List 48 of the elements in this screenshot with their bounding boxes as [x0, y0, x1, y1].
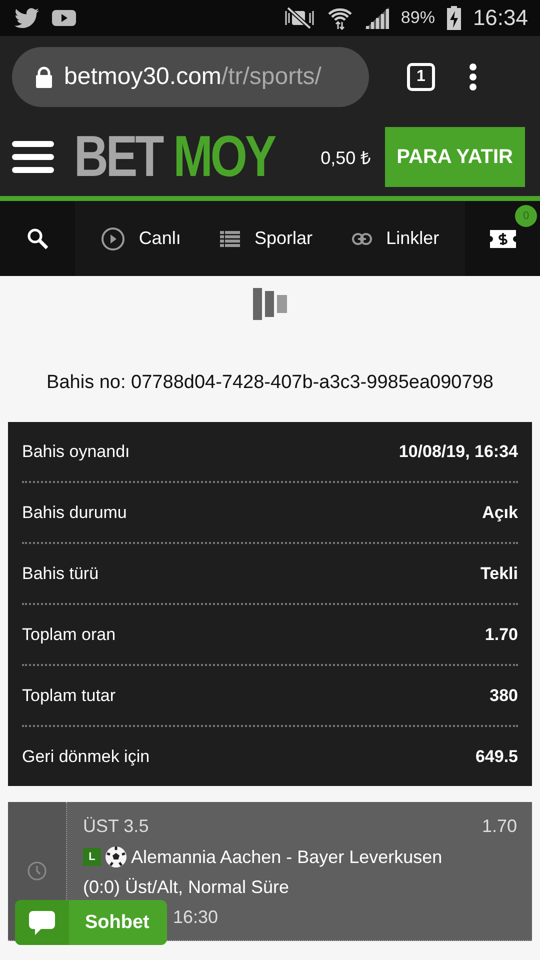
bet-number: Bahis no: 07788d04-7428-407b-a3c3-9985ea090798 — [46, 371, 494, 395]
detail-label: Bahis durumu — [22, 502, 127, 522]
detail-label: Toplam oran — [22, 624, 116, 644]
detail-value: 649.5 — [475, 746, 518, 766]
detail-value: 10/08/19, 16:34 — [398, 442, 518, 462]
detail-label: Bahis oynandı — [22, 442, 130, 462]
nav-link[interactable]: Sporlar — [216, 222, 316, 255]
bird-icon — [14, 8, 40, 28]
event-time: 16:30 — [173, 907, 218, 927]
detail-value: Açık — [482, 502, 518, 522]
odds-value: 1.70 — [482, 816, 517, 837]
link-icon — [352, 232, 372, 244]
logo-text: MOY — [173, 128, 274, 186]
detail-label: Geri dönmek için — [22, 746, 150, 766]
lock-icon — [36, 66, 52, 88]
battery-percent: 89% — [400, 8, 435, 28]
clock-icon — [27, 861, 47, 881]
loading-icon — [253, 288, 287, 320]
event-name: Alemannia Aachen - Bayer Leverkusen — [131, 846, 442, 868]
more-menu-icon[interactable] — [469, 63, 477, 91]
signal-icon — [364, 7, 389, 29]
nav-link[interactable]: Canlı — [96, 220, 185, 256]
list-icon — [220, 230, 240, 246]
tab-count-button[interactable]: 1 — [407, 63, 435, 91]
play-icon — [52, 9, 76, 27]
nav-link[interactable]: Linkler — [348, 222, 444, 255]
bet-type: (0:0) Üst/Alt, Normal Süre — [83, 877, 290, 898]
ticket-icon[interactable] — [490, 230, 516, 248]
live-badge: L — [83, 848, 101, 866]
menu-icon[interactable] — [12, 141, 54, 173]
wifi-icon — [326, 6, 353, 30]
detail-value: 1.70 — [484, 624, 518, 644]
search-icon[interactable] — [26, 228, 48, 250]
detail-label: Bahis türü — [22, 564, 99, 584]
logo-text: BET — [74, 128, 162, 186]
detail-value: 380 — [490, 686, 518, 706]
detail-label: Toplam tutar — [22, 686, 116, 706]
count-badge: 0 — [515, 205, 537, 227]
mute-icon — [282, 7, 315, 29]
play-circle-icon — [100, 226, 125, 250]
market-name: ÜST 3.5 — [83, 816, 149, 837]
detail-value: Tekli — [480, 564, 518, 584]
speech-bubble-icon — [29, 910, 55, 936]
soccer-ball-icon — [105, 846, 127, 868]
clock-time: 16:34 — [472, 5, 528, 31]
battery-charging-icon — [446, 6, 461, 30]
balance-amount: 0,50 ₺ — [320, 147, 371, 169]
address-bar[interactable]: betmoy30.com/tr/sports/ — [12, 47, 369, 107]
